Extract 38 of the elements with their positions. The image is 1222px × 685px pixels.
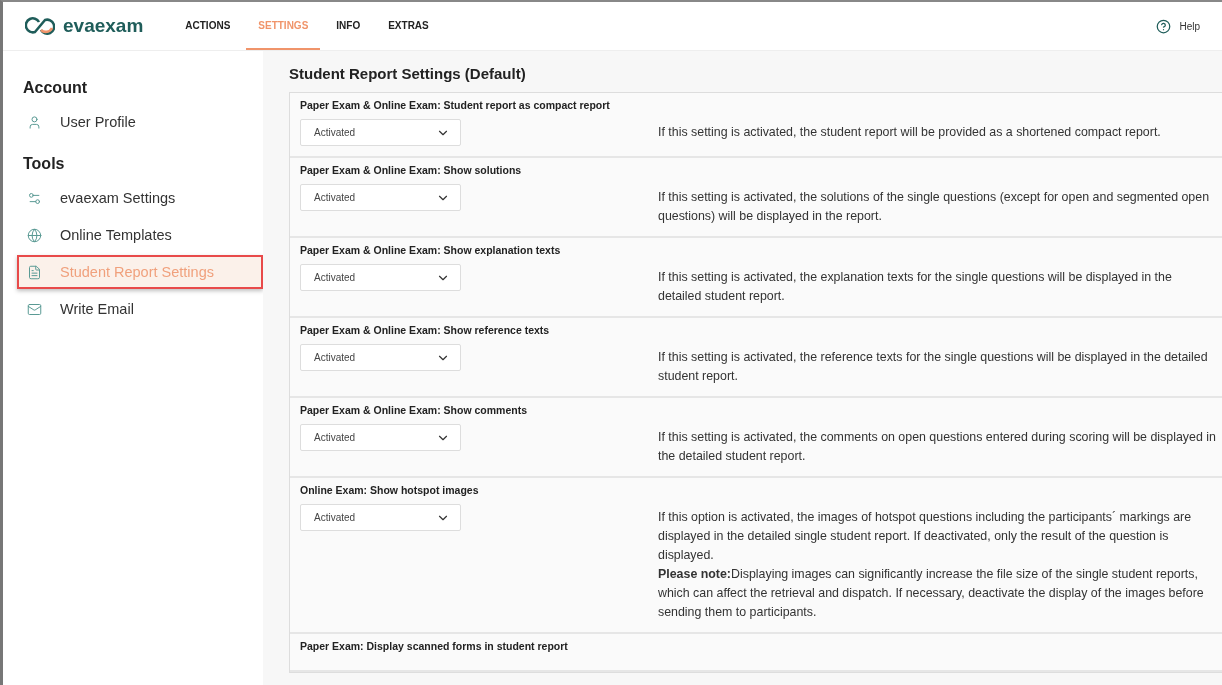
dropdown[interactable]: Activated — [300, 344, 461, 371]
setting-title: Paper Exam & Online Exam: Show explanation texts — [300, 244, 562, 256]
sidebar-item[interactable]: Write Email — [17, 292, 263, 326]
setting-title: Online Exam: Show hotspot images — [300, 484, 480, 496]
setting-title: Paper Exam & Online Exam: Show comments — [300, 404, 528, 416]
nav-tab[interactable]: ACTIONS — [173, 2, 243, 50]
section-title: Tools — [23, 155, 66, 173]
setting-title: Paper Exam: Display scanned forms in student report — [300, 640, 569, 652]
dropdown[interactable]: Activated — [300, 424, 461, 451]
sidebar-item[interactable]: evaexam Settings — [17, 181, 263, 215]
mail-icon — [27, 301, 42, 317]
setting-description: If this setting is activated, the comments on open questions entered during scoring will be displayed in the detailed student report. — [658, 429, 1216, 465]
help-button[interactable]: Help — [1150, 2, 1206, 50]
setting-title: Paper Exam & Online Exam: Show reference texts — [300, 324, 551, 336]
dropdown[interactable]: Activated — [300, 264, 461, 291]
setting-description: If this setting is activated, the student report will be provided as a shortened compact report. — [658, 124, 1162, 141]
logo-text: evaexam — [63, 15, 144, 37]
globe-icon — [27, 227, 42, 243]
sidebar-item[interactable]: User Profile — [17, 105, 263, 139]
section-title: Account — [23, 79, 88, 97]
setting-description: If this option is activated, the images of hotspot questions including the participants´ markings are displayed in the detailed single student report. If deactivated, only the result of the question is displayed. — [658, 509, 1193, 564]
document-icon — [27, 264, 42, 280]
dropdown[interactable]: Activated — [300, 184, 461, 211]
setting-description: If this setting is activated, the explanation texts for the single questions will be displayed in the detailed student report. — [658, 269, 1173, 305]
setting-title: Paper Exam & Online Exam: Student report as compact report — [300, 99, 611, 111]
logo-icon — [25, 16, 55, 36]
dropdown[interactable]: Activated — [300, 504, 461, 531]
nav-tab[interactable]: EXTRAS — [376, 2, 441, 50]
setting-title: Paper Exam & Online Exam: Show solutions — [300, 164, 523, 176]
setting-description: If this setting is activated, the reference texts for the single questions will be displayed in the detailed student report. — [658, 349, 1209, 385]
page-title: Student Report Settings (Default) — [289, 65, 527, 82]
dropdown[interactable]: Activated — [300, 119, 461, 146]
nav-tab[interactable]: INFO — [324, 2, 373, 50]
user-icon — [27, 114, 42, 130]
help-icon — [1156, 18, 1172, 34]
sidebar-item[interactable]: Online Templates — [17, 218, 263, 252]
setting-description: Please note:Displaying images can significantly increase the file size of the single student reports, which can affect the retrieval and dispatch. If necessary, deactivate the display of the images before sending them to participants. — [658, 566, 1205, 621]
setting-description: If this setting is activated, the solutions of the single questions (except for open and segmented open questions) will be displayed in the report. — [658, 189, 1211, 225]
